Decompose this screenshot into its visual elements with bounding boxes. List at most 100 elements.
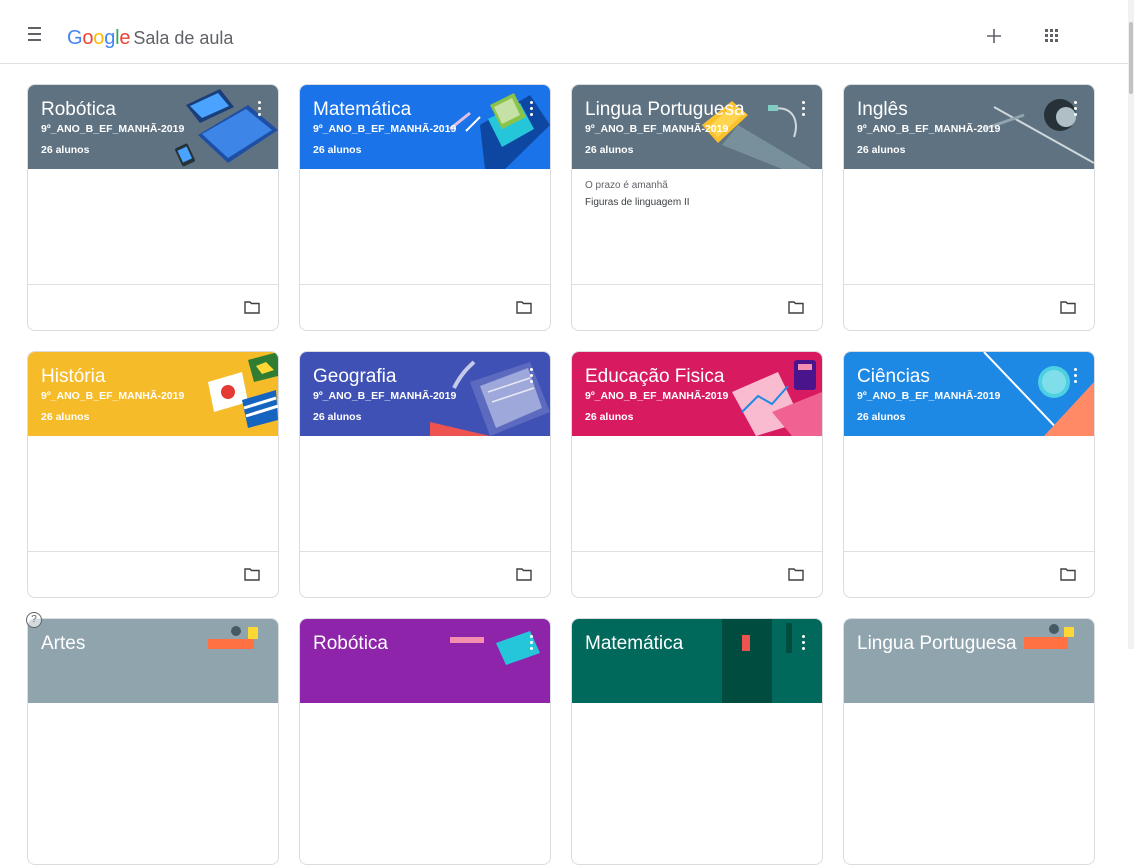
class-title[interactable]: Lingua Portuguesa	[585, 99, 745, 121]
class-students-count: 26 alunos	[41, 411, 90, 423]
more-vert-icon[interactable]	[1070, 99, 1080, 117]
google-wordmark: Google	[67, 27, 131, 49]
class-card[interactable]: Matemática 9º_ANO_B_EF_MANHÃ-2019 26 alu…	[299, 84, 551, 331]
class-card-footer	[300, 284, 550, 330]
class-card-footer	[572, 551, 822, 597]
class-card[interactable]: Artes	[27, 618, 279, 865]
folder-icon[interactable]	[516, 300, 532, 314]
class-card[interactable]: Geografia 9º_ANO_B_EF_MANHÃ-2019 26 alun…	[299, 351, 551, 598]
art-supplies-illustration	[208, 626, 258, 649]
class-title[interactable]: Artes	[41, 633, 85, 655]
more-vert-icon[interactable]	[798, 633, 808, 651]
class-card-body	[572, 436, 822, 551]
apps-grid-icon[interactable]	[1043, 27, 1063, 47]
class-card-header[interactable]: Inglês 9º_ANO_B_EF_MANHÃ-2019 26 alunos	[844, 85, 1094, 169]
class-section: 9º_ANO_B_EF_MANHÃ-2019	[313, 123, 457, 135]
class-card-header[interactable]: Geografia 9º_ANO_B_EF_MANHÃ-2019 26 alun…	[300, 352, 550, 436]
folder-icon[interactable]	[1060, 300, 1076, 314]
class-card[interactable]: Educação Fisica 9º_ANO_B_EF_MANHÃ-2019 2…	[571, 351, 823, 598]
class-card-body	[300, 436, 550, 551]
class-card-header[interactable]: Ciências 9º_ANO_B_EF_MANHÃ-2019 26 aluno…	[844, 352, 1094, 436]
class-card-body	[28, 436, 278, 551]
class-card-footer	[28, 551, 278, 597]
more-vert-icon[interactable]	[526, 99, 536, 117]
class-title[interactable]: Matemática	[313, 99, 411, 121]
class-title[interactable]: Ciências	[857, 366, 930, 388]
more-vert-icon[interactable]	[526, 633, 536, 651]
class-card-header[interactable]: Lingua Portuguesa	[844, 619, 1094, 703]
class-card-header[interactable]: Educação Fisica 9º_ANO_B_EF_MANHÃ-2019 2…	[572, 352, 822, 436]
due-label: O prazo é amanhã	[585, 180, 668, 191]
class-card[interactable]: Robótica 9º_ANO_B_EF_MANHÃ-2019 26 aluno…	[27, 84, 279, 331]
class-students-count: 26 alunos	[857, 411, 906, 423]
class-card[interactable]: Inglês 9º_ANO_B_EF_MANHÃ-2019 26 alunos	[843, 84, 1095, 331]
class-students-count: 26 alunos	[857, 144, 906, 156]
class-students-count: 26 alunos	[41, 144, 90, 156]
more-vert-icon[interactable]	[254, 99, 264, 117]
scrollbar-thumb[interactable]	[1129, 22, 1133, 94]
hamburger-menu-icon[interactable]	[22, 24, 50, 44]
class-card-header[interactable]: Lingua Portuguesa 9º_ANO_B_EF_MANHÃ-2019…	[572, 85, 822, 169]
class-section: 9º_ANO_B_EF_MANHÃ-2019	[857, 390, 1001, 402]
class-card-header[interactable]: Artes	[28, 619, 278, 703]
class-students-count: 26 alunos	[585, 411, 634, 423]
class-card-header[interactable]: Robótica	[300, 619, 550, 703]
folder-icon[interactable]	[788, 300, 804, 314]
more-vert-icon[interactable]	[526, 366, 536, 384]
class-card-body: O prazo é amanhã Figuras de linguagem II	[572, 169, 822, 284]
class-card-footer	[572, 284, 822, 330]
help-icon[interactable]: ?	[26, 612, 42, 628]
class-card-footer	[844, 551, 1094, 597]
folder-icon[interactable]	[244, 300, 260, 314]
class-section: 9º_ANO_B_EF_MANHÃ-2019	[585, 123, 729, 135]
class-title[interactable]: Educação Fisica	[585, 366, 724, 388]
folder-icon[interactable]	[788, 567, 804, 581]
class-card-header[interactable]: História 9º_ANO_B_EF_MANHÃ-2019 26 aluno…	[28, 352, 278, 436]
class-section: 9º_ANO_B_EF_MANHÃ-2019	[41, 123, 185, 135]
class-card-body	[844, 436, 1094, 551]
class-section: 9º_ANO_B_EF_MANHÃ-2019	[41, 390, 185, 402]
folder-icon[interactable]	[516, 567, 532, 581]
class-card-body	[28, 169, 278, 284]
class-card[interactable]: Lingua Portuguesa 9º_ANO_B_EF_MANHÃ-2019…	[571, 84, 823, 331]
class-title[interactable]: Robótica	[41, 99, 116, 121]
app-name: Sala de aula	[133, 28, 234, 48]
folder-icon[interactable]	[244, 567, 260, 581]
class-card[interactable]: Matemática	[571, 618, 823, 865]
class-title[interactable]: Matemática	[585, 633, 683, 655]
class-title[interactable]: Inglês	[857, 99, 908, 121]
class-students-count: 26 alunos	[313, 411, 362, 423]
class-card-header[interactable]: Matemática 9º_ANO_B_EF_MANHÃ-2019 26 alu…	[300, 85, 550, 169]
page-scrollbar[interactable]	[1128, 0, 1134, 649]
class-card-body	[844, 169, 1094, 284]
assignment-link[interactable]: Figuras de linguagem II	[585, 197, 690, 208]
class-students-count: 26 alunos	[585, 144, 634, 156]
class-section: 9º_ANO_B_EF_MANHÃ-2019	[313, 390, 457, 402]
class-section: 9º_ANO_B_EF_MANHÃ-2019	[857, 123, 1001, 135]
class-students-count: 26 alunos	[313, 144, 362, 156]
math-illustration	[722, 619, 792, 703]
top-app-bar: Google Sala de aula	[0, 0, 1128, 64]
more-vert-icon[interactable]	[798, 99, 808, 117]
language-illustration	[1024, 624, 1074, 649]
class-title[interactable]: História	[41, 366, 105, 388]
app-logo[interactable]: Google Sala de aula	[67, 26, 233, 50]
robotics-illustration	[450, 631, 540, 665]
class-title[interactable]: Geografia	[313, 366, 396, 388]
class-card[interactable]: História 9º_ANO_B_EF_MANHÃ-2019 26 aluno…	[27, 351, 279, 598]
class-card[interactable]: Lingua Portuguesa	[843, 618, 1095, 865]
folder-icon[interactable]	[1060, 567, 1076, 581]
class-card[interactable]: Ciências 9º_ANO_B_EF_MANHÃ-2019 26 aluno…	[843, 351, 1095, 598]
class-card[interactable]: Robótica	[299, 618, 551, 865]
class-section: 9º_ANO_B_EF_MANHÃ-2019	[585, 390, 729, 402]
class-title[interactable]: Robótica	[313, 633, 388, 655]
plus-icon[interactable]	[982, 24, 1006, 48]
class-card-footer	[28, 284, 278, 330]
class-card-body	[300, 169, 550, 284]
class-card-footer	[300, 551, 550, 597]
class-title[interactable]: Lingua Portuguesa	[857, 633, 1017, 655]
class-card-footer	[844, 284, 1094, 330]
class-card-header[interactable]: Robótica 9º_ANO_B_EF_MANHÃ-2019 26 aluno…	[28, 85, 278, 169]
class-card-header[interactable]: Matemática	[572, 619, 822, 703]
more-vert-icon[interactable]	[1070, 366, 1080, 384]
